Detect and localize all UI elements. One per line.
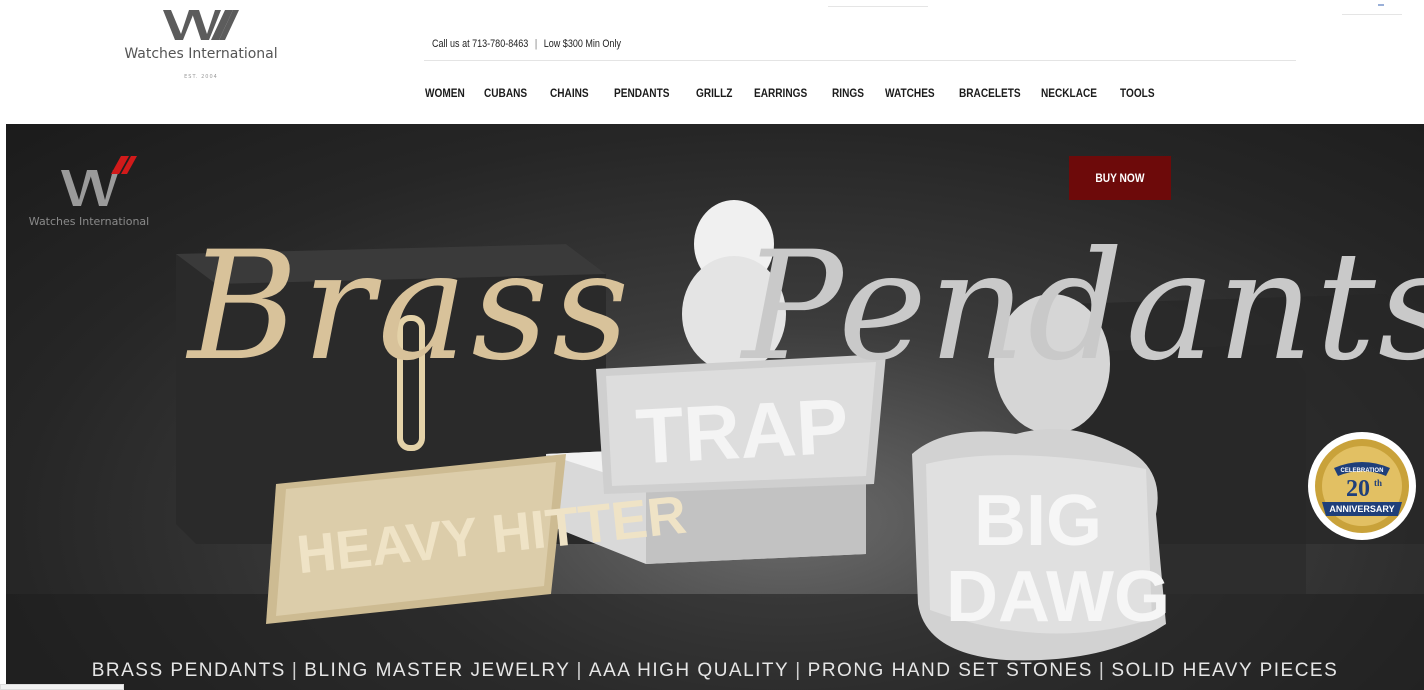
- hero-script-right: Pendants: [742, 220, 1424, 394]
- nav-item-women[interactable]: WOMEN: [425, 86, 476, 100]
- pendant-big-label: BIG: [974, 481, 1103, 561]
- pendant-trap-label: TRAP: [633, 381, 851, 481]
- tagline-item: SOLID HEAVY PIECES: [1111, 660, 1339, 681]
- tagline-item: BLING MASTER JEWELRY: [304, 660, 571, 681]
- main-nav: WOMEN CUBANS CHAINS PENDANTS GRILLZ EARR…: [425, 86, 1168, 100]
- nav-item-rings[interactable]: RINGS: [832, 86, 878, 100]
- nav-item-cubans[interactable]: CUBANS: [484, 86, 541, 100]
- buy-now-label: BUY NOW: [1095, 171, 1145, 185]
- tagline-separator: |: [795, 660, 802, 681]
- badge-number-text: 20: [1346, 476, 1370, 502]
- tagline-item: AAA HIGH QUALITY: [588, 660, 790, 681]
- hero-banner[interactable]: Watches International Brass Pendants HEA…: [6, 124, 1424, 690]
- hero-tagline: BRASS PENDANTS | BLING MASTER JEWELRY | AAA …: [6, 660, 1424, 682]
- top-divider: [1342, 14, 1402, 15]
- top-indicator: [1378, 4, 1384, 6]
- top-divider: [828, 6, 928, 7]
- logo-monogram-icon: [163, 10, 239, 40]
- buy-now-button[interactable]: BUY NOW: [1069, 156, 1171, 200]
- nav-item-grillz[interactable]: GRILLZ: [696, 86, 746, 100]
- nav-item-bracelets[interactable]: BRACELETS: [959, 86, 1030, 100]
- badge-bottom-text: ANNIVERSARY: [1329, 504, 1394, 514]
- nav-item-pendants[interactable]: PENDANTS: [614, 86, 685, 100]
- logo-est-text: EST. 2004: [184, 74, 218, 80]
- site-header: Watches International EST. 2004 Call us …: [0, 0, 1424, 124]
- header-divider: [424, 60, 1296, 61]
- anniversary-badge: CELEBRATION 20 th ANNIVERSARY: [1308, 432, 1416, 540]
- min-order-text: Low $300 Min Only: [543, 38, 621, 50]
- tagline-separator: |: [576, 660, 583, 681]
- site-logo[interactable]: Watches International EST. 2004: [116, 8, 286, 98]
- badge-suffix-text: th: [1374, 478, 1382, 488]
- tagline-separator: |: [291, 660, 299, 681]
- bottom-tab[interactable]: [0, 684, 124, 690]
- watermark-monogram-icon: [61, 156, 137, 206]
- tagline-separator: |: [1098, 660, 1106, 681]
- nav-item-chains[interactable]: CHAINS: [550, 86, 605, 100]
- nav-item-tools[interactable]: TOOLS: [1120, 86, 1162, 100]
- nav-item-earrings[interactable]: EARRINGS: [754, 86, 821, 100]
- nav-item-necklace[interactable]: NECKLACE: [1041, 86, 1109, 100]
- badge-top-text: CELEBRATION: [1341, 468, 1384, 474]
- watermark-logo: Watches International: [14, 150, 164, 228]
- contact-bar: Call us at 713-780-8463 | Low $300 Min Onl…: [432, 38, 621, 50]
- logo-brand-text: Watches International: [124, 46, 278, 62]
- tagline-item: PRONG HAND SET STONES: [807, 660, 1093, 681]
- nav-item-watches[interactable]: WATCHES: [885, 86, 949, 100]
- tagline-item: BRASS PENDANTS: [91, 660, 286, 681]
- pendant-dawg-label: DAWG: [946, 557, 1170, 637]
- hero-script-left: Brass: [188, 220, 634, 394]
- watermark-brand-text: Watches International: [28, 215, 150, 228]
- separator: |: [534, 38, 538, 50]
- phone-link[interactable]: Call us at 713-780-8463: [432, 38, 528, 50]
